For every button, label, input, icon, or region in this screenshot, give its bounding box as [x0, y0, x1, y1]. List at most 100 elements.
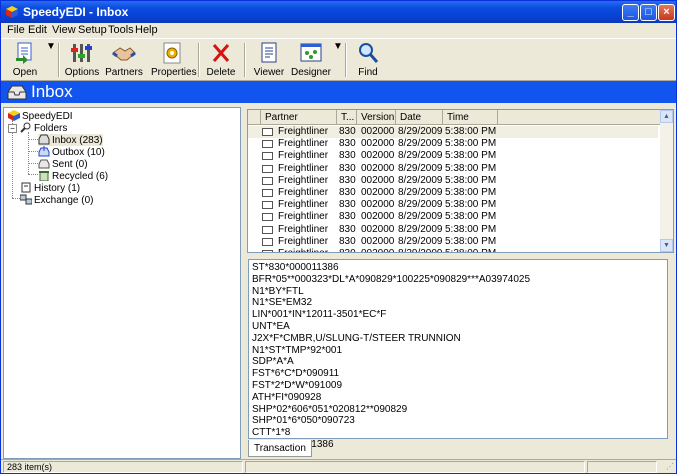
document-icon [262, 201, 273, 210]
document-icon [262, 176, 273, 185]
toolbar-separator [345, 43, 347, 77]
open-dropdown-arrow-icon[interactable]: ▼ [46, 41, 56, 79]
document-icon [262, 225, 273, 234]
table-row[interactable]: Freightliner8300020008/29/20095:38:00 PM [248, 175, 658, 187]
column-header-version[interactable]: Version [357, 110, 396, 125]
list-header: Partner T... Version Date Time [248, 110, 673, 125]
title-bar[interactable]: SpeedyEDI - Inbox _ □ × [1, 1, 676, 23]
menu-help[interactable]: Help [135, 24, 158, 36]
folder-tree[interactable]: SpeedyEDI − Folders Inbox (283) Outbox (… [3, 107, 241, 459]
options-button[interactable]: Options [64, 41, 100, 79]
transaction-text-view[interactable]: ST*830*000011386 BFR*05**000323*DL*A*0908… [248, 259, 668, 450]
table-row[interactable]: Freightliner8300020008/29/20095:38:00 PM [248, 211, 658, 223]
viewer-button[interactable]: Viewer [252, 41, 286, 79]
transaction-line: SDP*A*A [252, 356, 294, 368]
table-cell: 002000 [361, 211, 395, 223]
designer-button[interactable]: Designer [290, 41, 332, 79]
table-row[interactable]: Freightliner8300020008/29/20095:38:00 PM [248, 199, 658, 211]
toolbar-separator [58, 43, 60, 77]
delete-button[interactable]: Delete [204, 41, 238, 79]
column-header-partner[interactable]: Partner [261, 110, 337, 125]
transaction-line: ST*830*000011386 [252, 262, 339, 273]
tree-line [12, 198, 20, 199]
scroll-up-arrow-icon[interactable]: ▲ [660, 110, 673, 123]
table-cell: Freightliner [278, 187, 329, 198]
tree-item-outbox[interactable]: Outbox (10) [38, 146, 105, 158]
menu-view[interactable]: View [52, 24, 76, 36]
table-cell: 830 [339, 248, 356, 252]
tree-label: Recycled (6) [52, 171, 109, 182]
table-cell: 8/29/2009 [398, 126, 443, 137]
table-row[interactable]: Freightliner8300020008/29/20095:38:00 PM [248, 224, 658, 236]
history-book-icon [21, 182, 31, 193]
column-header-type[interactable]: T... [337, 110, 357, 125]
designer-dropdown-arrow-icon[interactable]: ▼ [333, 41, 343, 79]
resize-grip-icon[interactable]: ⋰ [666, 462, 674, 471]
document-icon [262, 140, 273, 149]
exchange-computers-icon [20, 194, 32, 205]
tree-item-exchange[interactable]: Exchange (0) [20, 194, 93, 206]
partners-handshake-icon [112, 47, 136, 61]
status-item-count: 283 item(s) [3, 461, 243, 473]
menu-edit[interactable]: Edit [28, 24, 47, 36]
column-header-blank[interactable] [248, 110, 261, 125]
properties-button[interactable]: Properties [151, 41, 197, 79]
table-cell: 5:38:00 PM [445, 187, 497, 198]
tree-item-folders[interactable]: Folders [20, 122, 67, 134]
transaction-line: FST*2*D*W*091009 [252, 379, 343, 391]
find-button[interactable]: Find [351, 41, 385, 79]
table-cell: 5:38:00 PM [445, 235, 497, 247]
menu-file[interactable]: File [7, 24, 25, 36]
transaction-line: J2X*F*CMBR,U/SLUNG-T/STEER TRUNNION [252, 332, 461, 344]
menu-setup[interactable]: Setup [78, 24, 107, 36]
table-cell: 830 [339, 199, 356, 211]
column-header-filler [498, 110, 662, 125]
document-list[interactable]: Partner T... Version Date Time Freightli… [247, 109, 674, 253]
minimize-button[interactable]: _ [622, 4, 639, 21]
open-button[interactable]: Open [7, 41, 43, 79]
table-cell: 8/29/2009 [398, 187, 443, 198]
document-icon [262, 128, 273, 136]
transaction-line: SHP*01*6*050*090723 [252, 415, 355, 427]
column-header-time[interactable]: Time [443, 110, 498, 125]
table-row[interactable]: Freightliner8300020008/29/20095:38:00 PM [248, 126, 658, 138]
partners-button[interactable]: Partners [105, 41, 143, 79]
sent-tray-icon [38, 159, 50, 169]
maximize-button[interactable]: □ [640, 4, 657, 21]
tree-item-history[interactable]: History (1) [20, 182, 80, 194]
table-cell: Freightliner [278, 199, 329, 211]
tab-transaction[interactable]: Transaction [248, 440, 312, 457]
table-row[interactable]: Freightliner8300020008/29/20095:38:00 PM [248, 138, 658, 150]
tree-item-sent[interactable]: Sent (0) [38, 158, 88, 170]
list-vertical-scrollbar[interactable]: ▲ ▼ [660, 110, 673, 252]
properties-gear-icon [163, 42, 181, 64]
tree-item-inbox[interactable]: Inbox (283) [38, 134, 103, 146]
window-title: SpeedyEDI - Inbox [23, 5, 129, 19]
table-cell: 8/29/2009 [398, 150, 443, 162]
collapse-toggle-icon[interactable]: − [8, 124, 17, 133]
table-cell: 5:38:00 PM [445, 162, 497, 174]
app-logo-icon [6, 6, 18, 18]
transaction-line: FST*6*C*D*090911 [252, 368, 340, 380]
scroll-down-arrow-icon[interactable]: ▼ [660, 239, 673, 252]
viewer-label: Viewer [253, 67, 285, 78]
table-cell: 8/29/2009 [398, 162, 443, 174]
table-row[interactable]: Freightliner8300020008/29/20095:38:00 PM [248, 236, 658, 248]
tree-item-speedyedi[interactable]: SpeedyEDI [8, 110, 73, 122]
menu-tools[interactable]: Tools [108, 24, 134, 36]
close-button[interactable]: × [658, 4, 675, 21]
table-cell: Freightliner [278, 150, 329, 162]
viewer-document-icon [261, 42, 277, 63]
table-row[interactable]: Freightliner8300020008/29/20095:38:00 PM [248, 163, 658, 175]
table-row[interactable]: Freightliner8300020008/29/20095:38:00 PM [248, 150, 658, 162]
table-cell: 5:38:00 PM [445, 150, 497, 162]
table-row[interactable]: Freightliner8300020008/29/20095:38:00 PM [248, 187, 658, 199]
table-row[interactable]: Freightliner8300020008/29/20095:38:00 PM [248, 248, 658, 252]
tree-item-recycled[interactable]: Recycled (6) [38, 170, 108, 182]
table-cell: Freightliner [278, 138, 329, 150]
transaction-line: LIN*001*IN*12011-3501*EC*F [252, 309, 387, 321]
table-cell: 5:38:00 PM [445, 211, 497, 223]
column-header-date[interactable]: Date [396, 110, 443, 125]
table-cell: Freightliner [278, 223, 329, 235]
table-cell: 002000 [361, 223, 395, 235]
